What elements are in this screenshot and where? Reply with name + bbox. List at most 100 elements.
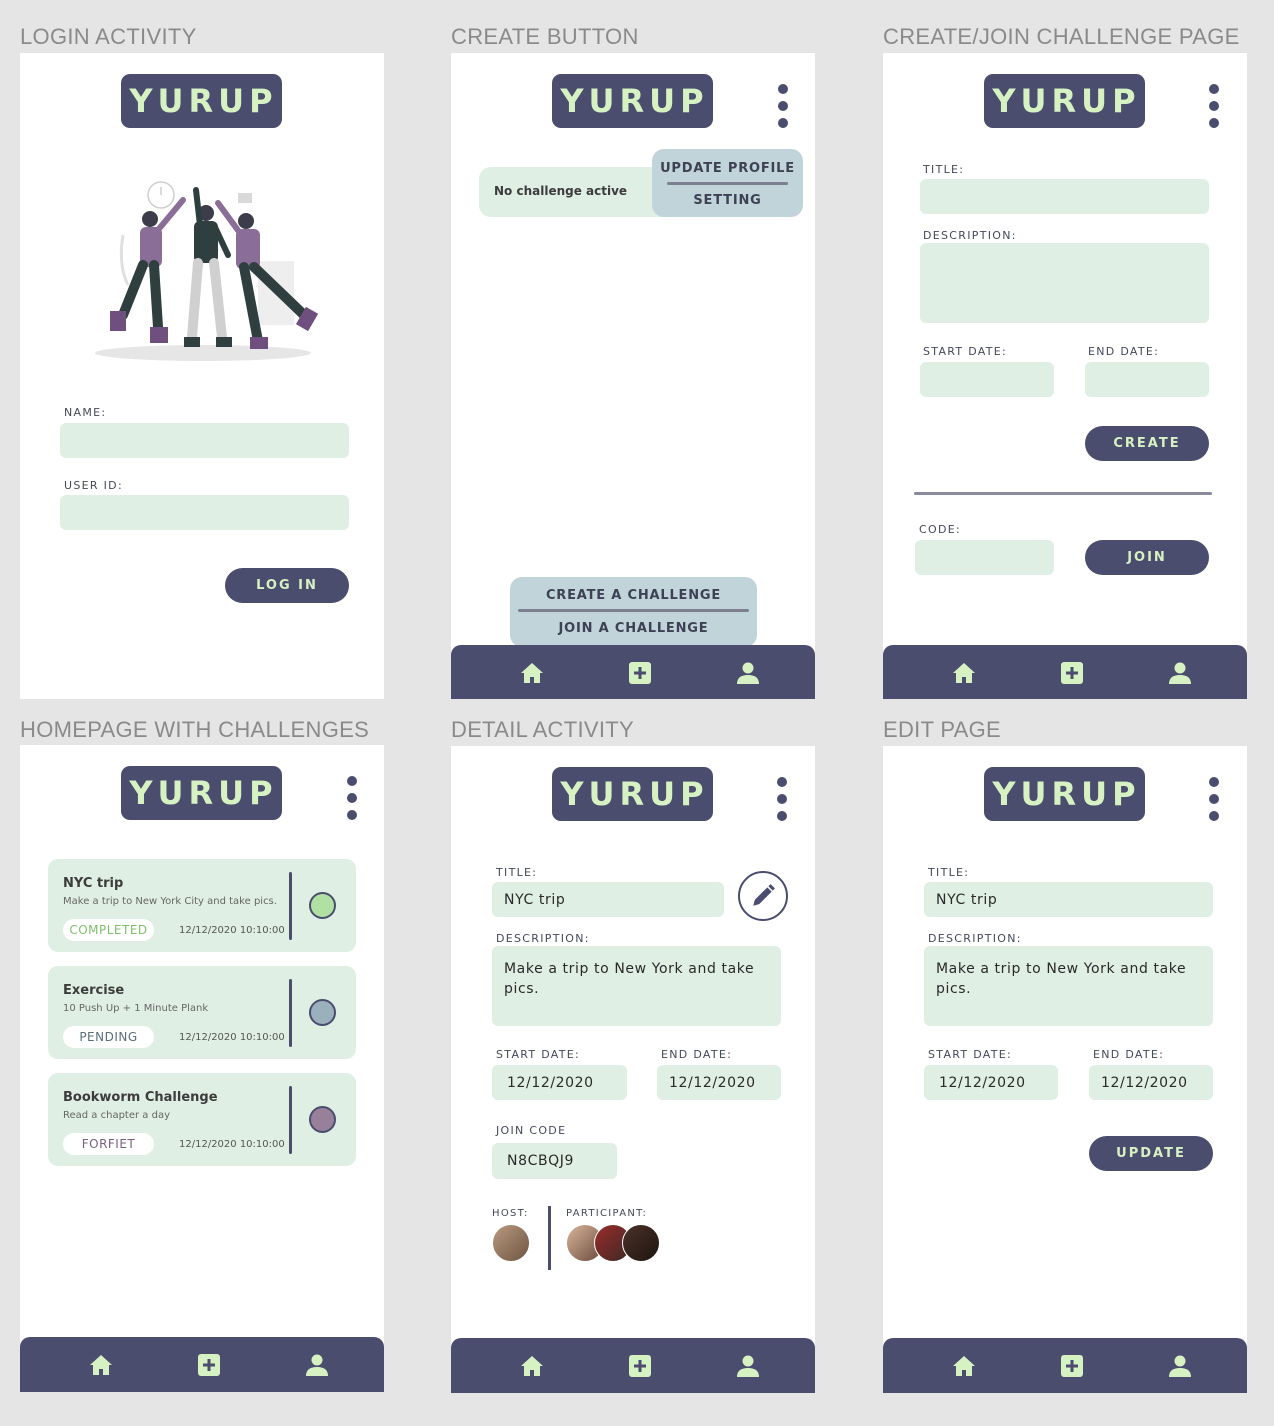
challenge-status-text: No challenge active xyxy=(494,184,628,198)
section-divider xyxy=(914,492,1212,495)
more-menu-icon[interactable] xyxy=(777,84,789,128)
menu-join-challenge[interactable]: JOIN A CHALLENGE xyxy=(510,621,757,636)
section-title-create-button: CREATE BUTTON xyxy=(451,24,639,49)
home-icon[interactable] xyxy=(952,1354,976,1378)
challenge-description: Read a chapter a day xyxy=(63,1110,170,1121)
create-button-screen: YURUP No challenge active UPDATE PROFILE… xyxy=(451,53,815,699)
section-title-create-join: CREATE/JOIN CHALLENGE PAGE xyxy=(883,24,1240,49)
challenge-description: 10 Push Up + 1 Minute Plank xyxy=(63,1003,209,1014)
title-label: TITLE: xyxy=(928,866,970,879)
challenge-card[interactable]: Exercise 10 Push Up + 1 Minute Plank PEN… xyxy=(48,966,356,1059)
title-label: TITLE: xyxy=(923,163,965,176)
menu-update-profile[interactable]: UPDATE PROFILE xyxy=(652,161,803,176)
status-badge: PENDING xyxy=(63,1026,154,1048)
join-button[interactable]: JOIN xyxy=(1085,540,1209,575)
userid-label: USER ID: xyxy=(64,479,123,492)
description-label: DESCRIPTION: xyxy=(923,229,1017,242)
end-date-input[interactable] xyxy=(1085,362,1209,397)
menu-create-challenge[interactable]: CREATE A CHALLENGE xyxy=(510,588,757,603)
description-label: DESCRIPTION: xyxy=(496,932,590,945)
add-icon[interactable] xyxy=(1060,1354,1084,1378)
end-date-label: END DATE: xyxy=(1088,345,1160,358)
end-date-label: END DATE: xyxy=(1093,1048,1165,1061)
more-menu-icon[interactable] xyxy=(1208,777,1220,821)
name-input[interactable] xyxy=(60,423,349,458)
start-date-input[interactable]: 12/12/2020 xyxy=(924,1065,1058,1100)
home-icon[interactable] xyxy=(520,1354,544,1378)
profile-icon[interactable] xyxy=(1168,661,1192,685)
bottom-nav xyxy=(883,1338,1247,1393)
join-code-label: JOIN CODE xyxy=(496,1124,567,1137)
description-input[interactable] xyxy=(920,243,1209,323)
title-input[interactable]: NYC trip xyxy=(924,882,1213,917)
app-logo: YURUP xyxy=(121,766,282,820)
more-menu-icon[interactable] xyxy=(1208,84,1220,128)
name-label: NAME: xyxy=(64,406,107,419)
userid-input[interactable] xyxy=(60,495,349,530)
add-icon[interactable] xyxy=(628,1354,652,1378)
home-icon[interactable] xyxy=(952,661,976,685)
title-value: NYC trip xyxy=(492,882,724,917)
challenge-title: Bookworm Challenge xyxy=(63,1090,218,1105)
bottom-nav xyxy=(883,645,1247,699)
host-avatar[interactable] xyxy=(492,1224,530,1262)
section-title-homepage: HOMEPAGE WITH CHALLENGES xyxy=(20,717,370,742)
profile-icon[interactable] xyxy=(305,1353,329,1377)
app-logo: YURUP xyxy=(121,74,282,128)
start-date-label: START DATE: xyxy=(496,1048,581,1061)
login-screen: YURUP NAME: USER ID: LOG IN xyxy=(20,53,384,699)
description-input[interactable]: Make a trip to New York and take pics. xyxy=(924,946,1213,1026)
high-five-illustration xyxy=(95,181,318,361)
profile-icon[interactable] xyxy=(736,661,760,685)
status-badge: FORFIET xyxy=(63,1133,154,1155)
challenge-title: NYC trip xyxy=(63,876,124,891)
create-button[interactable]: CREATE xyxy=(1085,426,1209,461)
bottom-nav xyxy=(451,1338,815,1393)
end-date-value: 12/12/2020 xyxy=(657,1065,781,1100)
status-badge: COMPLETED xyxy=(63,919,154,941)
app-logo: YURUP xyxy=(984,74,1145,128)
start-date-input[interactable] xyxy=(920,362,1054,397)
home-icon[interactable] xyxy=(520,661,544,685)
profile-icon[interactable] xyxy=(1168,1354,1192,1378)
section-title-edit: EDIT PAGE xyxy=(883,717,1002,742)
end-date-input[interactable]: 12/12/2020 xyxy=(1089,1065,1213,1100)
status-indicator xyxy=(309,892,336,919)
add-icon[interactable] xyxy=(197,1353,221,1377)
menu-setting[interactable]: SETTING xyxy=(652,193,803,208)
add-icon[interactable] xyxy=(1060,661,1084,685)
host-label: HOST: xyxy=(492,1208,529,1219)
title-input[interactable] xyxy=(920,179,1209,214)
profile-menu: UPDATE PROFILE SETTING xyxy=(652,149,803,217)
more-menu-icon[interactable] xyxy=(776,777,788,821)
card-divider xyxy=(289,1086,292,1154)
challenge-timestamp: 12/12/2020 10:10:00 xyxy=(179,925,285,936)
title-label: TITLE: xyxy=(496,866,538,879)
code-input[interactable] xyxy=(915,540,1054,575)
participant-avatar[interactable] xyxy=(622,1224,660,1262)
code-label: CODE: xyxy=(919,523,961,536)
participant-label: PARTICIPANT: xyxy=(566,1208,648,1219)
detail-screen: YURUP TITLE: NYC trip DESCRIPTION: Make … xyxy=(451,746,815,1393)
description-value: Make a trip to New York and take pics. xyxy=(492,946,781,1026)
host-divider xyxy=(548,1206,551,1270)
profile-icon[interactable] xyxy=(736,1354,760,1378)
add-icon[interactable] xyxy=(628,661,652,685)
app-logo: YURUP xyxy=(552,767,713,821)
description-label: DESCRIPTION: xyxy=(928,932,1022,945)
update-button[interactable]: UPDATE xyxy=(1089,1136,1213,1171)
challenge-description: Make a trip to New York City and take pi… xyxy=(63,896,277,907)
bottom-nav xyxy=(20,1337,384,1392)
home-icon[interactable] xyxy=(89,1353,113,1377)
menu-divider xyxy=(667,182,788,185)
bottom-nav xyxy=(451,645,815,699)
login-button[interactable]: LOG IN xyxy=(225,568,349,603)
more-menu-icon[interactable] xyxy=(346,776,358,820)
edit-screen: YURUP TITLE: NYC trip DESCRIPTION: Make … xyxy=(883,746,1247,1393)
start-date-label: START DATE: xyxy=(928,1048,1013,1061)
challenge-card[interactable]: Bookworm Challenge Read a chapter a day … xyxy=(48,1073,356,1166)
edit-button[interactable] xyxy=(738,871,788,921)
section-title-detail: DETAIL ACTIVITY xyxy=(451,717,634,742)
menu-divider xyxy=(518,609,749,612)
challenge-card[interactable]: NYC trip Make a trip to New York City an… xyxy=(48,859,356,952)
